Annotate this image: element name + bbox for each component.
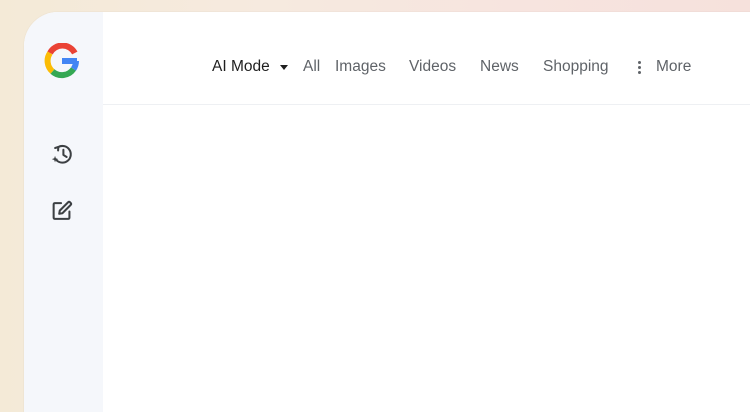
header: AI Mode All Images Videos News Shopping …	[103, 12, 750, 105]
edit-icon	[52, 200, 73, 220]
history-sparkle-icon	[51, 144, 72, 164]
history-button[interactable]	[48, 140, 76, 168]
app-window: AI Mode All Images Videos News Shopping …	[24, 12, 750, 412]
tab-shopping[interactable]: Shopping	[543, 57, 609, 77]
more-vert-icon	[638, 59, 642, 76]
tab-videos[interactable]: Videos	[409, 57, 456, 77]
tab-ai-mode-label: AI Mode	[212, 58, 270, 75]
google-logo-icon[interactable]	[44, 42, 80, 79]
tab-news[interactable]: News	[480, 57, 519, 77]
tab-ai-mode[interactable]: AI Mode	[212, 57, 288, 77]
more-label: More	[656, 58, 692, 75]
new-chat-button[interactable]	[48, 197, 76, 225]
tab-images[interactable]: Images	[335, 57, 386, 77]
sidebar	[24, 12, 103, 412]
main-content	[103, 105, 750, 412]
more-menu-button[interactable]: More	[638, 57, 691, 77]
caret-down-icon	[279, 64, 288, 70]
tab-all[interactable]: All	[303, 57, 320, 77]
